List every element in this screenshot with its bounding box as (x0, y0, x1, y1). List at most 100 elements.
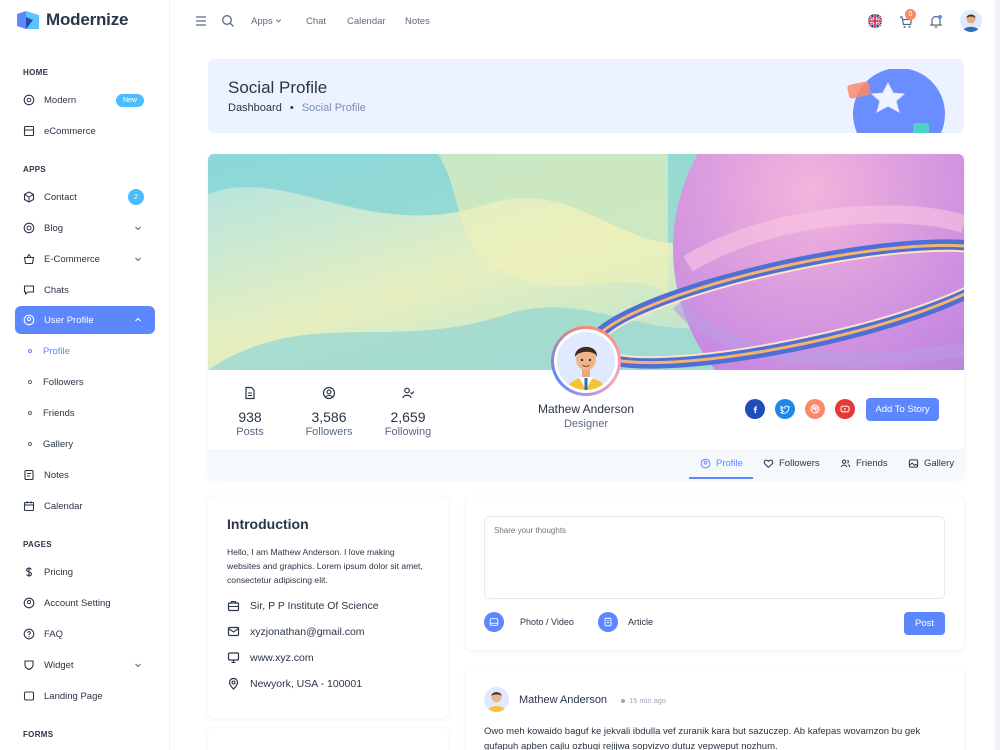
user-circle-icon (700, 458, 711, 469)
sidebar-item-notes[interactable]: Notes (15, 461, 155, 489)
sidebar-item-e-commerce[interactable]: E-Commerce (15, 245, 155, 273)
dot-icon (621, 698, 625, 703)
nav-section-home: HOME (23, 68, 49, 77)
article-button[interactable]: Article (598, 612, 653, 632)
active-tab-indicator (689, 477, 753, 479)
tab-label: Followers (779, 458, 820, 469)
briefcase-icon (227, 600, 240, 612)
sidebar-item-contact[interactable]: Contact 2 (15, 183, 155, 211)
tab-label: Friends (856, 458, 888, 469)
topbar-link-notes[interactable]: Notes (405, 16, 430, 27)
sidebar-item-label: eCommerce (44, 125, 96, 137)
friends-icon (840, 459, 851, 468)
facebook-button[interactable] (745, 399, 765, 419)
info-row-website: www.xyz.com (227, 651, 314, 664)
chevron-down-icon (135, 663, 141, 668)
brand-name: Modernize (46, 10, 129, 29)
user-check-icon (402, 387, 415, 399)
profile-tabs: Profile Followers Friends Gallery (208, 449, 964, 479)
photo-video-label: Photo / Video (520, 617, 574, 627)
info-row-email: xyzjonathan@gmail.com (227, 625, 365, 638)
feed-post-card: Mathew Anderson 15 min ago Owo meh kowai… (466, 668, 964, 750)
sidebar-item-label: Calendar (44, 500, 83, 512)
photo-icon (908, 459, 919, 468)
topbar-link-calendar[interactable]: Calendar (347, 16, 386, 27)
twitter-icon (780, 405, 790, 414)
map-pin-icon (228, 677, 239, 690)
stat-value: 938 (238, 409, 262, 425)
file-description-icon (245, 386, 255, 400)
sidebar-subitem-gallery[interactable]: Gallery (15, 431, 155, 457)
stat-label: Followers (305, 426, 353, 438)
topbar-link-chat[interactable]: Chat (306, 16, 326, 27)
menu-icon[interactable] (193, 13, 209, 29)
sidebar-item-label: E-Commerce (44, 253, 100, 265)
sidebar-item-ecommerce[interactable]: eCommerce (15, 117, 155, 145)
info-text[interactable]: www.xyz.com (250, 652, 314, 664)
dribbble-button[interactable] (805, 399, 825, 419)
sidebar-item-pricing[interactable]: Pricing (15, 558, 155, 586)
post-author-avatar[interactable] (484, 687, 509, 712)
tab-friends[interactable]: Friends (840, 458, 888, 469)
post-body: Owo meh kowaido baguf ke jekvali ibdulla… (484, 726, 921, 750)
sidebar-item-account-setting[interactable]: Account Setting (15, 589, 155, 617)
chevron-down-icon (135, 226, 141, 231)
post-button[interactable]: Post (904, 612, 945, 635)
sidebar-subitem-friends[interactable]: Friends (15, 400, 155, 426)
sidebar: Modernize HOME Modern New eCommerce APPS… (0, 0, 170, 750)
tab-profile[interactable]: Profile (700, 458, 743, 469)
sidebar-subitem-profile[interactable]: Profile (15, 338, 155, 364)
breadcrumb-separator: • (289, 102, 294, 114)
flag-uk-icon[interactable] (867, 13, 883, 29)
breadcrumb-home-link[interactable]: Dashboard (228, 102, 282, 114)
box-icon (23, 191, 35, 203)
stat-following: 2,659 Following (383, 386, 433, 438)
chevron-down-icon (276, 19, 282, 23)
sidebar-item-modern[interactable]: Modern New (15, 86, 155, 114)
tab-gallery[interactable]: Gallery (908, 458, 954, 469)
photo-video-button[interactable]: Photo / Video (484, 612, 574, 632)
sidebar-item-label: FAQ (44, 628, 64, 640)
sidebar-item-landing-page[interactable]: Landing Page (15, 682, 155, 710)
sidebar-item-chats[interactable]: Chats (15, 276, 155, 304)
tab-followers[interactable]: Followers (763, 458, 820, 469)
share-thoughts-input[interactable] (484, 516, 945, 599)
sidebar-subitem-followers[interactable]: Followers (15, 369, 155, 395)
sidebar-item-label: Blog (44, 222, 64, 234)
bullet-icon (28, 349, 32, 353)
chart-donut-icon (23, 222, 35, 234)
chevron-down-icon (135, 257, 141, 262)
nav-section-apps: APPS (23, 165, 46, 174)
search-icon[interactable] (220, 13, 236, 29)
user-avatar[interactable] (960, 10, 982, 32)
sidebar-item-widget[interactable]: Widget (15, 651, 155, 679)
sidebar-item-blog[interactable]: Blog (15, 214, 155, 242)
sidebar-item-label: Chats (44, 284, 69, 296)
profile-avatar[interactable] (551, 326, 621, 396)
profile-name: Mathew Anderson (537, 402, 635, 416)
topbar-apps-menu[interactable]: Apps (251, 16, 282, 27)
sidebar-item-user-profile[interactable]: User Profile (15, 306, 155, 334)
brand-logo[interactable]: Modernize (17, 10, 128, 30)
introduction-text: Hello, I am Mathew Anderson. I love maki… (227, 547, 423, 585)
bullet-icon (28, 442, 32, 446)
topbar: Apps Chat Calendar Notes 0 (170, 0, 1000, 44)
post-author-name[interactable]: Mathew Anderson (519, 694, 607, 706)
twitter-button[interactable] (775, 399, 795, 419)
stat-posts: 938 Posts (236, 386, 264, 438)
page-scrollbar[interactable] (995, 0, 1000, 750)
cart-count-badge: 0 (905, 9, 916, 20)
post-author-avatar-icon (487, 692, 506, 712)
sidebar-item-faq[interactable]: FAQ (15, 620, 155, 648)
add-to-story-button[interactable]: Add To Story (866, 398, 939, 421)
bell-icon[interactable] (928, 13, 944, 29)
notes-icon (23, 469, 35, 481)
youtube-button[interactable] (835, 399, 855, 419)
layout-icon (23, 659, 35, 671)
sidebar-item-label: Notes (44, 469, 69, 481)
heart-icon (763, 459, 774, 469)
sidebar-item-label: Widget (44, 659, 74, 671)
sidebar-item-calendar[interactable]: Calendar (15, 492, 155, 520)
topbar-link-label: Apps (251, 16, 273, 27)
info-text[interactable]: xyzjonathan@gmail.com (250, 626, 365, 638)
